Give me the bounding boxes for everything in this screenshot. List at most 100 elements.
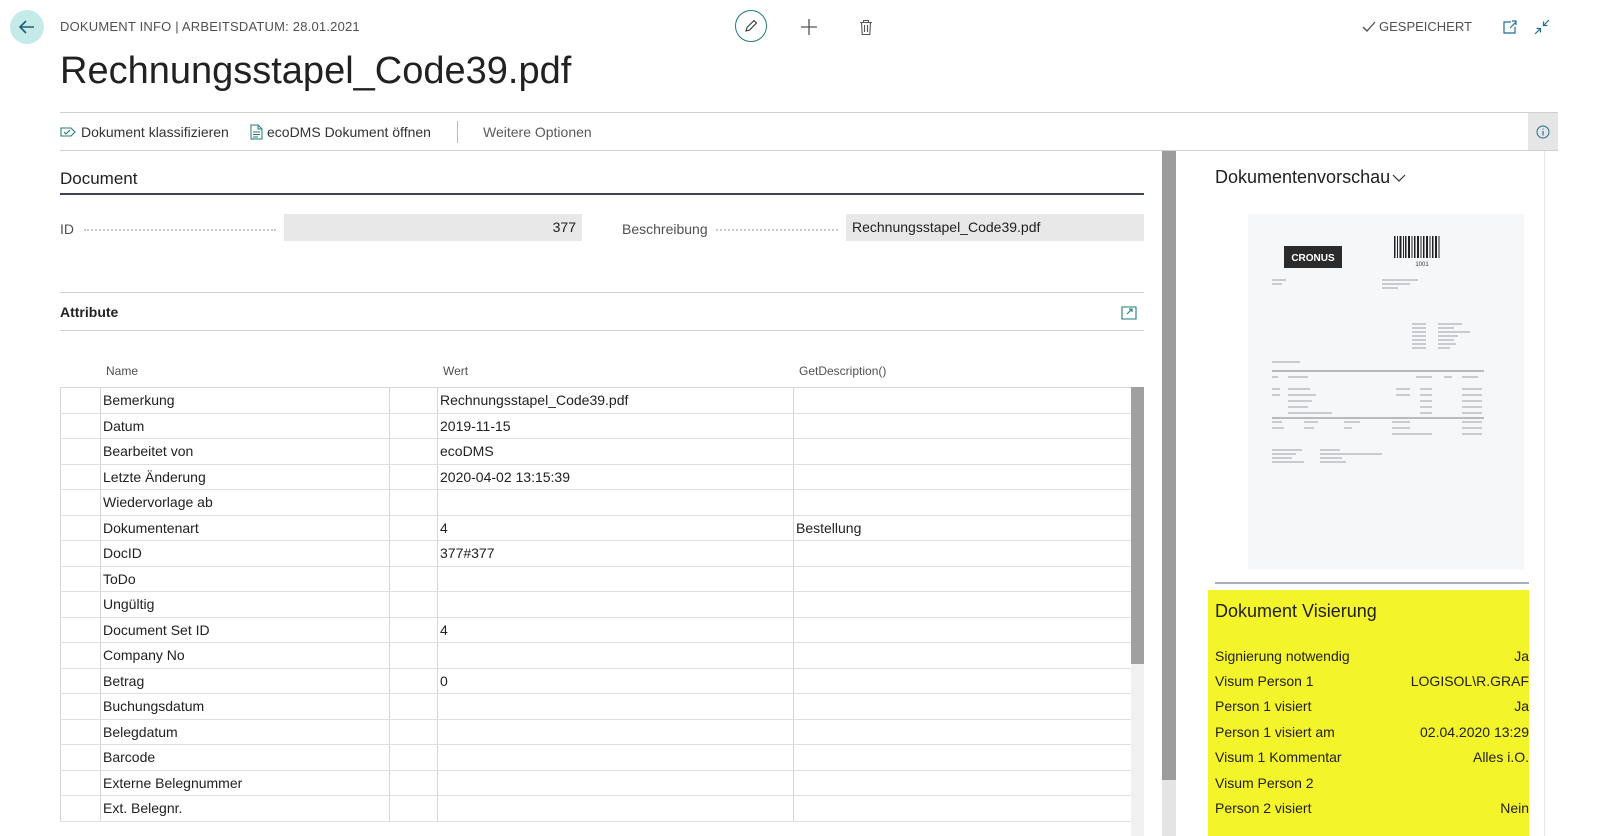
visum-row: Visum 1 Kommentar Alles i.O. [1215, 745, 1529, 770]
row-value[interactable]: Rechnungsstapel_Code39.pdf [440, 388, 790, 413]
column-header-name[interactable]: Name [106, 364, 138, 378]
table-row[interactable]: Bemerkung Rechnungsstapel_Code39.pdf [60, 388, 1131, 414]
row-name: Company No [103, 647, 185, 663]
row-name: Document Set ID [103, 621, 210, 638]
table-scrollbar-thumb[interactable] [1131, 387, 1144, 664]
visum-row-value[interactable]: Ja [1514, 644, 1529, 669]
document-section-title: Document [60, 169, 138, 188]
row-value[interactable]: 4 [440, 516, 790, 541]
new-button[interactable] [796, 14, 822, 40]
visum-row: Signierung notwendig Ja [1215, 644, 1529, 669]
description-dots [716, 229, 838, 231]
attribute-top-divider [60, 292, 1144, 293]
preview-logo-text: CRONUS [1291, 253, 1335, 264]
action-separator [457, 121, 458, 143]
row-name: ToDo [103, 570, 136, 587]
attribute-table: Bemerkung Rechnungsstapel_Code39.pdf Datum… [60, 387, 1131, 822]
row-name: DocID [103, 545, 142, 561]
row-value[interactable]: 2019-11-15 [440, 414, 790, 439]
back-button[interactable] [10, 10, 44, 44]
row-description [796, 541, 1126, 566]
table-row[interactable]: Ext. Belegnr. [60, 796, 1131, 822]
visum-row-label: Visum 1 Kommentar [1215, 749, 1342, 765]
row-value[interactable]: 2020-04-02 13:15:39 [440, 465, 790, 490]
trash-icon [860, 19, 872, 35]
row-name: Datum [103, 417, 145, 434]
row-value[interactable] [440, 796, 790, 821]
table-row[interactable]: Letzte Änderung 2020-04-02 13:15:39 [60, 465, 1131, 490]
plus-icon [801, 19, 817, 35]
row-name: Buchungsdatum [103, 698, 205, 714]
table-row[interactable]: Betrag 0 [60, 669, 1131, 694]
open-ecodms-label: ecoDMS Dokument öffnen [267, 124, 431, 140]
table-row[interactable]: Dokumentenart 4 Bestellung [60, 516, 1131, 541]
row-value[interactable] [440, 567, 790, 592]
pane-scrollbar-track[interactable] [1162, 780, 1176, 836]
column-header-value[interactable]: Wert [443, 364, 468, 378]
visum-row-value[interactable]: Alles i.O. [1473, 745, 1529, 770]
table-row[interactable]: ToDo [60, 567, 1131, 592]
document-preview-image[interactable]: CRONUS 1001 [1248, 214, 1524, 569]
visum-row-label: Signierung notwendig [1215, 648, 1350, 664]
table-row[interactable]: Company No [60, 643, 1131, 669]
row-value[interactable]: 4 [440, 618, 790, 643]
table-row[interactable]: Ungültig [60, 592, 1131, 618]
table-row[interactable]: Barcode [60, 745, 1131, 771]
visum-row-value[interactable]: 02.04.2020 13:29 [1420, 720, 1529, 745]
row-value[interactable] [440, 643, 790, 668]
pane-scrollbar-thumb[interactable] [1162, 151, 1176, 780]
row-value[interactable]: ecoDMS [440, 439, 790, 464]
row-value[interactable]: 377#377 [440, 541, 790, 566]
open-ecodms-action[interactable]: ecoDMS Dokument öffnen [250, 124, 431, 140]
more-options-action[interactable]: Weitere Optionen [483, 124, 592, 140]
row-value[interactable]: 0 [440, 669, 790, 694]
document-preview-title[interactable]: Dokumentenvorschau [1215, 167, 1406, 188]
row-name: Ext. Belegnr. [103, 800, 183, 816]
info-icon [1536, 125, 1550, 138]
table-row[interactable]: Buchungsdatum [60, 694, 1131, 720]
expand-part-button[interactable] [1120, 304, 1138, 322]
edit-button[interactable] [735, 10, 767, 42]
row-description [796, 720, 1126, 745]
row-value[interactable] [440, 490, 790, 515]
pane-right-edge [1544, 151, 1545, 836]
table-row[interactable]: Wiedervorlage ab [60, 490, 1131, 516]
invoice-thumbnail: CRONUS 1001 [1272, 236, 1484, 463]
visum-row-value[interactable]: Nein [1500, 796, 1529, 821]
row-value[interactable] [440, 771, 790, 796]
table-row[interactable]: Belegdatum [60, 720, 1131, 745]
row-name: Letzte Änderung [103, 468, 206, 485]
table-row[interactable]: Externe Belegnummer [60, 771, 1131, 796]
save-status-label: GESPEICHERT [1379, 19, 1472, 34]
id-field[interactable]: 377 [284, 214, 582, 241]
row-value[interactable] [440, 592, 790, 617]
row-value[interactable] [440, 745, 790, 770]
visum-row-value[interactable]: Ja [1514, 694, 1529, 719]
save-status: GESPEICHERT [1362, 19, 1472, 34]
table-row[interactable]: Datum 2019-11-15 [60, 414, 1131, 439]
attribute-bottom-divider [60, 330, 1144, 331]
table-row[interactable]: Bearbeitet von ecoDMS [60, 439, 1131, 465]
table-row[interactable]: DocID 377#377 [60, 541, 1131, 567]
delete-button[interactable] [853, 14, 879, 40]
table-row[interactable]: Document Set ID 4 [60, 618, 1131, 643]
visum-row: Visum Person 1 LOGISOL\R.GRAF [1215, 669, 1529, 694]
row-description [796, 592, 1126, 617]
page-title: Rechnungsstapel_Code39.pdf [60, 50, 572, 92]
classify-document-action[interactable]: Dokument klassifizieren [60, 124, 229, 140]
row-value[interactable] [440, 694, 790, 719]
row-value[interactable] [440, 720, 790, 745]
pencil-icon [745, 19, 758, 32]
open-new-window-button[interactable] [1500, 17, 1520, 37]
column-header-description[interactable]: GetDescription() [799, 364, 886, 378]
info-pane-button[interactable] [1528, 113, 1558, 150]
row-description [796, 465, 1126, 490]
visum-row-label: Person 1 visiert [1215, 698, 1312, 714]
visum-title: Dokument Visierung [1215, 601, 1377, 621]
tag-check-icon [60, 126, 76, 137]
visum-row-value[interactable]: LOGISOL\R.GRAF [1411, 669, 1529, 694]
visum-row: Person 1 visiert Ja [1215, 694, 1529, 719]
collapse-button[interactable] [1532, 17, 1552, 37]
visum-row: Person 2 visiert Nein [1215, 796, 1529, 821]
description-field[interactable]: Rechnungsstapel_Code39.pdf [846, 214, 1144, 241]
